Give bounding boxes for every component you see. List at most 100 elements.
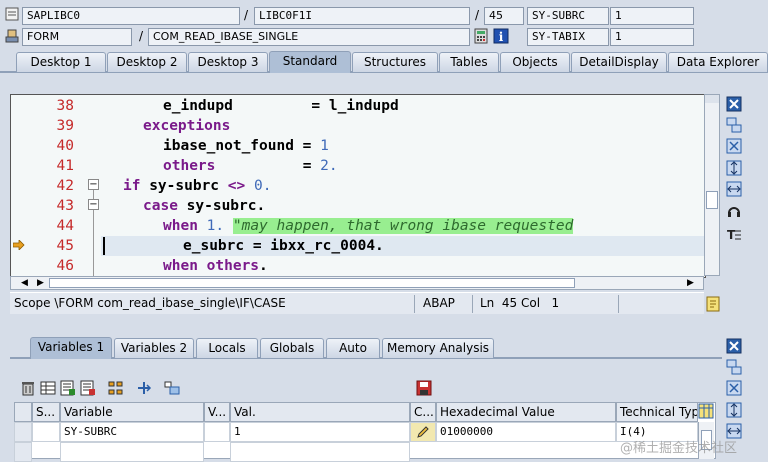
code-line[interactable]: 45 e_subrc = ibxx_rc_0004.: [11, 236, 703, 256]
code-line[interactable]: 39 exceptions: [11, 116, 703, 136]
include-field[interactable]: LIBC0F1I: [254, 7, 470, 25]
headset-icon[interactable]: [726, 203, 742, 219]
expand-vertical-icon[interactable]: [726, 402, 742, 418]
code-token: if: [123, 178, 141, 194]
close-icon[interactable]: [726, 338, 742, 354]
event-type-field[interactable]: FORM: [22, 28, 132, 46]
scroll-up-button[interactable]: [705, 95, 719, 103]
line-number: 41: [56, 158, 74, 174]
code-editor[interactable]: − − 38 e_indupd = l_indupd 39 exceptions 40 i…: [10, 94, 706, 278]
cell-variable[interactable]: SY-SUBRC: [60, 422, 204, 442]
tab-desktop-2[interactable]: Desktop 2: [107, 52, 187, 72]
tab-globals[interactable]: Globals: [260, 338, 324, 358]
expand-horizontal-icon[interactable]: [726, 181, 742, 197]
tab-auto[interactable]: Auto: [326, 338, 380, 358]
column-header-hex[interactable]: Hexadecimal Value: [436, 402, 616, 422]
tile-icon[interactable]: [726, 359, 742, 375]
event-name-field[interactable]: COM_READ_IBASE_SINGLE: [148, 28, 470, 46]
watch-field-1-label[interactable]: SY-SUBRC: [527, 7, 609, 25]
code-line[interactable]: 43 case sy-subrc.: [11, 196, 703, 216]
cell-hex-value[interactable]: 01000000: [436, 422, 616, 442]
code-line[interactable]: 38 e_indupd = l_indupd: [11, 96, 703, 116]
tile-icon[interactable]: [726, 117, 742, 133]
scroll-right-button[interactable]: ▶: [37, 278, 44, 288]
object-icon[interactable]: [164, 380, 180, 396]
calculator-icon[interactable]: [473, 28, 489, 44]
code-line[interactable]: 42 if sy-subrc <> 0.: [11, 176, 703, 196]
tab-memory-analysis[interactable]: Memory Analysis: [382, 338, 494, 358]
scroll-thumb[interactable]: [49, 278, 575, 288]
column-header-value[interactable]: Val.: [230, 402, 410, 422]
load-variables-icon[interactable]: [80, 380, 96, 396]
tab-structures[interactable]: Structures: [352, 52, 438, 72]
column-header-change[interactable]: C...: [410, 402, 436, 422]
watch-field-2-value[interactable]: 1: [610, 28, 694, 46]
separator: /: [475, 8, 480, 22]
scroll-thumb[interactable]: [706, 191, 718, 209]
column-header-v[interactable]: V...: [204, 402, 230, 422]
tab-variables-2[interactable]: Variables 2: [114, 338, 194, 358]
column-header-variable[interactable]: Variable: [60, 402, 204, 422]
tab-tables[interactable]: Tables: [439, 52, 499, 72]
edit-pencil-icon[interactable]: [415, 424, 431, 440]
tab-detail-display[interactable]: DetailDisplay: [571, 52, 667, 72]
code-line[interactable]: 44 when 1. "may happen, that wrong ibase …: [11, 216, 703, 236]
program-field[interactable]: SAPLIBC0: [22, 7, 240, 25]
tab-data-explorer[interactable]: Data Explorer: [668, 52, 768, 72]
code-token: 0.: [253, 178, 272, 194]
code-token: =: [215, 158, 321, 174]
code-line[interactable]: 41 others = 2.: [11, 156, 703, 176]
close-icon[interactable]: [726, 96, 742, 112]
tab-variables-1[interactable]: Variables 1: [30, 337, 112, 359]
status-divider: [618, 295, 619, 313]
tab-locals[interactable]: Locals: [196, 338, 258, 358]
line-number: 38: [56, 98, 74, 114]
code-line[interactable]: 46 when others.: [11, 256, 703, 276]
status-divider: [472, 295, 473, 313]
tab-standard[interactable]: Standard: [269, 51, 351, 73]
code-line[interactable]: 40 ibase_not_found = 1: [11, 136, 703, 156]
scroll-left-button[interactable]: ◀: [21, 278, 28, 288]
info-icon[interactable]: i: [493, 28, 509, 44]
watch-field-2-label[interactable]: SY-TABIX: [527, 28, 609, 46]
cell-empty[interactable]: [230, 442, 410, 462]
code-token: exceptions: [143, 118, 231, 134]
maximize-icon[interactable]: [726, 138, 742, 154]
code-token: e_indupd = l_indupd: [163, 98, 399, 114]
table-icon[interactable]: [40, 380, 56, 396]
scroll-right-end-button[interactable]: ▶: [687, 278, 694, 288]
code-token: others: [206, 258, 260, 274]
tab-objects[interactable]: Objects: [500, 52, 570, 72]
expand-vertical-icon[interactable]: [726, 160, 742, 176]
cell-value[interactable]: 1: [230, 422, 410, 442]
code-text: when others.: [163, 256, 268, 276]
cell-change[interactable]: [410, 422, 436, 442]
line-number: 40: [56, 138, 74, 154]
delete-icon[interactable]: [20, 380, 36, 396]
horizontal-scrollbar[interactable]: ◀ ▶ ▶: [10, 276, 704, 290]
code-token: <>: [227, 178, 246, 194]
tree-expand-icon[interactable]: [108, 380, 124, 396]
line-field[interactable]: 45: [484, 7, 524, 25]
line-number: 43: [56, 198, 74, 214]
save-variables-icon[interactable]: [60, 380, 76, 396]
event-icon: [5, 29, 19, 43]
navigate-icon[interactable]: [136, 380, 152, 396]
vertical-scrollbar[interactable]: [704, 94, 720, 276]
grid-row-selector[interactable]: [14, 422, 32, 442]
column-header-status[interactable]: S...: [32, 402, 60, 422]
notes-icon[interactable]: [705, 296, 721, 312]
breakpoint-tool-icon[interactable]: T: [726, 226, 742, 242]
code-text: e_indupd = l_indupd: [163, 96, 399, 116]
tab-desktop-1[interactable]: Desktop 1: [16, 52, 106, 72]
code-token: sy-subrc: [140, 178, 228, 194]
svg-text:i: i: [499, 30, 504, 44]
cell-empty[interactable]: [60, 442, 204, 462]
column-header-technical-type[interactable]: Technical Typ: [616, 402, 698, 422]
column-settings-icon[interactable]: [698, 403, 714, 419]
maximize-icon[interactable]: [726, 380, 742, 396]
watch-field-1-value[interactable]: 1: [610, 7, 694, 25]
grid-row-selector[interactable]: [14, 442, 32, 462]
tab-desktop-3[interactable]: Desktop 3: [188, 52, 268, 72]
save-icon[interactable]: [416, 380, 432, 396]
